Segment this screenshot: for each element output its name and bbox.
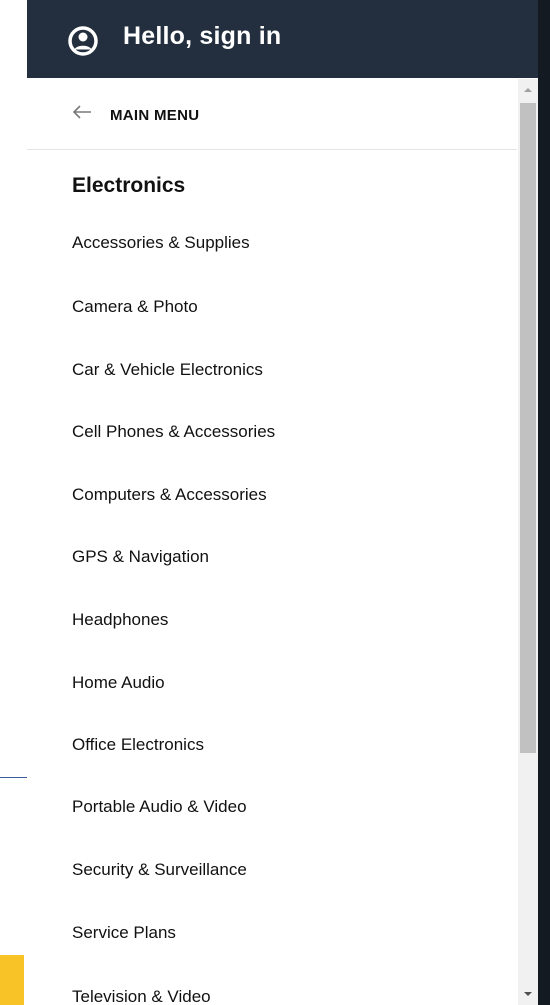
menu-item-computers-accessories[interactable]: Computers & Accessories (27, 465, 515, 527)
section-title: Electronics (72, 174, 186, 197)
menu-item-label: Accessories & Supplies (72, 233, 250, 252)
side-menu-panel: Hello, sign in MAIN MENU Electronics Acc… (27, 0, 550, 1005)
scrollbar-thumb[interactable] (520, 103, 536, 753)
menu-item-label: Security & Surveillance (72, 860, 247, 879)
menu-item-label: Office Electronics (72, 735, 204, 754)
menu-item-headphones[interactable]: Headphones (27, 590, 515, 652)
yellow-accent-shape (0, 955, 24, 1005)
scroll-down-arrow-icon[interactable] (523, 989, 533, 999)
menu-item-label: Headphones (72, 610, 169, 629)
menu-item-accessories-supplies[interactable]: Accessories & Supplies (27, 213, 515, 275)
sign-in-greeting[interactable]: Hello, sign in (123, 22, 281, 51)
menu-item-label: Home Audio (72, 673, 165, 692)
menu-item-label: Television & Video (72, 987, 211, 1005)
menu-item-camera-photo[interactable]: Camera & Photo (27, 277, 515, 339)
scroll-up-arrow-icon[interactable] (523, 85, 533, 95)
menu-item-label: GPS & Navigation (72, 547, 210, 566)
main-menu-back-button[interactable]: MAIN MENU (27, 79, 517, 150)
menu-item-label: Service Plans (72, 923, 176, 942)
menu-item-label: Cell Phones & Accessories (72, 422, 276, 441)
menu-item-portable-audio-video[interactable]: Portable Audio & Video (27, 777, 515, 839)
right-edge-strip (538, 0, 550, 1005)
main-menu-label: MAIN MENU (110, 107, 200, 124)
menu-item-office-electronics[interactable]: Office Electronics (27, 715, 515, 777)
arrow-left-icon (72, 105, 91, 119)
menu-item-car-vehicle-electronics[interactable]: Car & Vehicle Electronics (27, 340, 515, 402)
menu-item-service-plans[interactable]: Service Plans (27, 903, 515, 965)
menu-item-television-video[interactable]: Television & Video (27, 967, 515, 1005)
menu-item-security-surveillance[interactable]: Security & Surveillance (27, 840, 515, 902)
menu-item-home-audio[interactable]: Home Audio (27, 653, 515, 715)
user-avatar-icon (68, 26, 98, 56)
menu-item-cell-phones-accessories[interactable]: Cell Phones & Accessories (27, 402, 515, 464)
menu-item-gps-navigation[interactable]: GPS & Navigation (27, 527, 515, 589)
page-background-gutter (0, 0, 27, 1005)
menu-item-label: Portable Audio & Video (72, 797, 247, 816)
menu-header[interactable]: Hello, sign in (27, 0, 550, 78)
menu-item-label: Computers & Accessories (72, 485, 267, 504)
scrollbar[interactable] (518, 79, 538, 1005)
menu-item-label: Car & Vehicle Electronics (72, 360, 263, 379)
menu-item-label: Camera & Photo (72, 297, 198, 316)
